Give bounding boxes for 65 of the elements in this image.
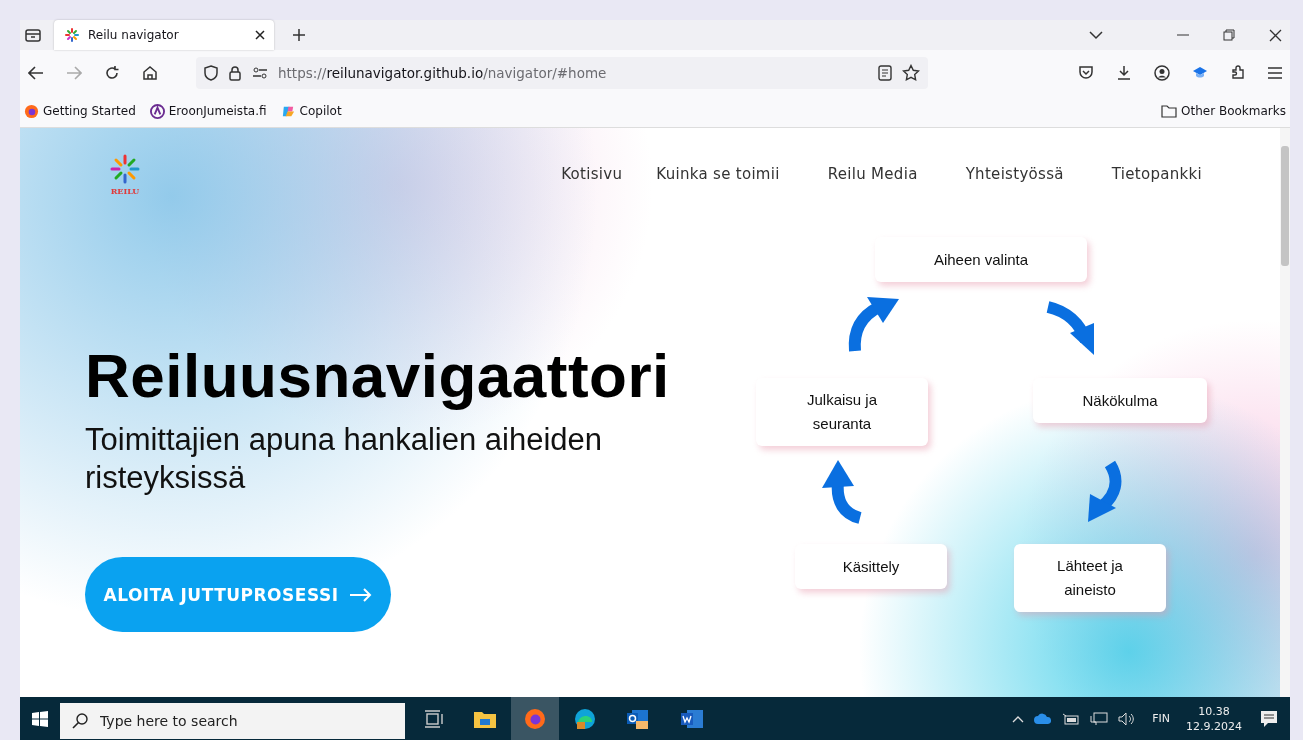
browser-tab[interactable]: Reilu navigator — [54, 20, 274, 50]
process-step[interactable]: Aiheen valinta — [875, 237, 1087, 282]
download-icon[interactable] — [1116, 64, 1132, 81]
clock-time: 10.38 — [1198, 703, 1230, 719]
process-step[interactable]: Käsittely — [795, 544, 947, 589]
permissions-icon[interactable] — [252, 66, 268, 79]
language-indicator[interactable]: FIN — [1152, 712, 1170, 725]
taskbar-app[interactable] — [511, 697, 559, 740]
new-tab-icon[interactable] — [292, 28, 306, 42]
home-icon[interactable] — [142, 64, 158, 81]
mail-app-icon[interactable] — [626, 707, 650, 730]
chevron-down-icon[interactable] — [1089, 30, 1103, 40]
notification-icon[interactable] — [1260, 709, 1278, 728]
windows-logo-icon — [32, 710, 48, 727]
reader-view-icon[interactable] — [878, 64, 892, 81]
pocket-icon[interactable] — [1078, 64, 1094, 81]
document-app-icon[interactable] — [680, 707, 704, 730]
fox-globe-icon — [24, 103, 39, 119]
nav-link[interactable]: Tietopankki — [1111, 165, 1202, 183]
chevron-up-icon[interactable] — [1012, 714, 1025, 723]
hero-title: Reiluusnavigaattori — [85, 340, 671, 411]
hero-subtitle: Toimittajien apuna hankalien aiheiden risteyksissä — [85, 421, 604, 497]
bookmark-item[interactable]: EroonJumeista.fi — [149, 103, 267, 119]
nav-link[interactable]: Kotisivu — [561, 165, 623, 183]
people-circle-icon — [108, 152, 142, 186]
restore-icon[interactable] — [1223, 29, 1235, 41]
bookmark-folder[interactable]: Other Bookmarks — [1161, 104, 1286, 118]
reload-icon[interactable] — [104, 64, 120, 81]
wave-logo-icon[interactable] — [574, 707, 596, 730]
extensions-icon[interactable] — [1230, 64, 1246, 81]
process-step[interactable]: Näkökulma — [1033, 378, 1207, 423]
close-icon[interactable] — [254, 29, 266, 41]
menu-icon[interactable] — [1268, 66, 1282, 79]
clock-date: 12.9.2024 — [1186, 718, 1242, 734]
search-icon — [72, 712, 88, 729]
network-icon[interactable] — [1090, 711, 1109, 726]
process-step[interactable]: Julkaisu ja seuranta — [756, 378, 928, 446]
logo-icon — [64, 27, 80, 43]
scrollbar[interactable] — [1280, 128, 1290, 697]
bookmark-star-icon[interactable] — [902, 63, 920, 82]
taskbar-search-field[interactable]: Type here to search — [60, 702, 405, 739]
nav-link[interactable]: Yhteistyössä — [965, 165, 1064, 183]
folder-icon[interactable] — [474, 709, 496, 728]
url-text: https://reilunavigator.github.io/navigator/#home — [278, 64, 607, 81]
bookmark-item[interactable]: Getting Started — [24, 103, 136, 119]
shield-icon[interactable] — [204, 64, 218, 81]
nav-link[interactable]: Reilu Media — [827, 165, 918, 183]
nav-link[interactable]: Kuinka se toimii — [656, 165, 780, 183]
battery-icon[interactable] — [1062, 712, 1081, 725]
graduation-cap-icon[interactable] — [1192, 65, 1208, 80]
back-icon[interactable] — [28, 65, 44, 80]
address-bar[interactable]: https://reilunavigator.github.io/navigator/#home — [196, 56, 928, 89]
tab-list-icon[interactable] — [24, 27, 42, 43]
bookmark-item[interactable]: Copilot — [280, 103, 342, 119]
folder-icon — [1161, 104, 1178, 118]
close-icon[interactable] — [1269, 28, 1282, 42]
arrow-right-icon — [350, 587, 373, 602]
task-view-icon[interactable] — [424, 709, 444, 728]
cloud-icon[interactable] — [1034, 713, 1053, 724]
circle-logo-icon — [149, 103, 165, 119]
account-icon[interactable] — [1154, 64, 1170, 81]
speaker-icon[interactable] — [1118, 711, 1137, 726]
fox-globe-icon — [524, 707, 546, 730]
process-step[interactable]: Lähteet ja aineisto — [1014, 544, 1166, 612]
lock-icon[interactable] — [228, 64, 242, 81]
